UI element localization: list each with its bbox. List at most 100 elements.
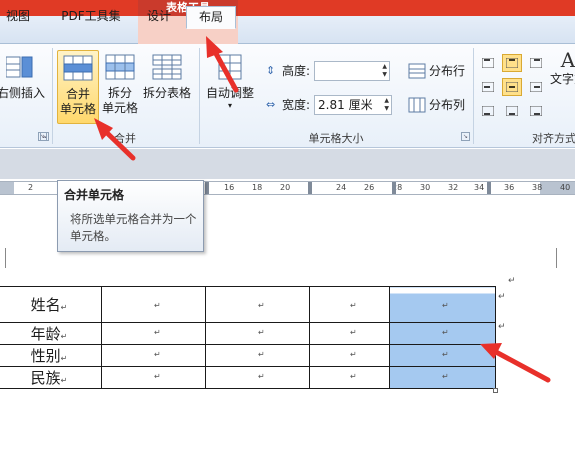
cell-size-dialog-launcher[interactable]: ↘	[461, 132, 470, 141]
width-value: 2.81 厘米	[318, 98, 373, 112]
table-cell[interactable]: ↵	[205, 366, 310, 389]
align-middle-center-icon	[506, 82, 518, 92]
document-table[interactable]: 姓名↵ ↵ ↵ ↵ ↵ 年龄↵ ↵ ↵ ↵ ↵ 性别↵ ↵ ↵ ↵ ↵ 民族↵ …	[0, 286, 496, 389]
cell-size-group-label: 单元格大小	[308, 132, 364, 145]
paragraph-mark: ↵	[350, 328, 357, 337]
merge-group-label: 合并	[114, 132, 136, 145]
merge-cells-icon	[63, 55, 93, 81]
margin-corner-mark	[0, 248, 6, 268]
align-bottom-center-button[interactable]	[502, 102, 522, 120]
table-cell[interactable]: ↵	[205, 322, 310, 345]
ruler-tick: 32	[448, 183, 459, 192]
width-row: ⇔ 宽度: 2.81 厘米 ▲ ▼	[266, 94, 393, 116]
split-table-button[interactable]: 拆分表格	[141, 50, 193, 124]
row-label-age: 年龄	[30, 325, 61, 343]
column-marker[interactable]	[392, 182, 396, 194]
row-end-mark: ↵	[498, 292, 506, 302]
table-cell-selected[interactable]: ↵	[389, 322, 496, 345]
align-middle-right-icon	[530, 82, 542, 92]
text-direction-button[interactable]: A 文字方	[548, 48, 575, 122]
width-spin-arrows-icon[interactable]: ▲ ▼	[384, 97, 389, 113]
tab-pdf-tools[interactable]: PDF工具集	[50, 6, 132, 28]
ruler-tick: 16	[224, 183, 235, 192]
table-cell[interactable]: ↵	[101, 344, 206, 367]
align-top-center-icon	[506, 58, 518, 68]
distribute-cols-button[interactable]: 分布列	[408, 94, 465, 116]
align-middle-left-icon	[482, 82, 494, 92]
paragraph-mark: ↵	[154, 301, 161, 310]
column-marker[interactable]	[308, 182, 312, 194]
merge-cells-label-line2: 单元格	[59, 102, 96, 116]
ruler-tick: 2	[28, 183, 34, 192]
table-cell-selected[interactable]: ↵	[389, 286, 496, 323]
paragraph-mark: ↵	[442, 328, 449, 337]
ruler-tick: 18	[252, 183, 263, 192]
split-cells-button[interactable]: 拆分 单元格	[100, 50, 140, 124]
row-end-mark: ↵	[508, 276, 516, 286]
table-cell[interactable]: ↵	[309, 322, 390, 345]
table-cell-label[interactable]: 民族↵	[0, 366, 102, 389]
row-label-ethnicity: 民族	[30, 369, 61, 387]
paragraph-mark: ↵	[350, 372, 357, 381]
height-icon: ⇕	[266, 64, 276, 77]
align-middle-center-button[interactable]	[502, 78, 522, 96]
table-cell[interactable]: ↵	[309, 286, 390, 323]
paragraph-mark: ↵	[442, 372, 449, 381]
paragraph-mark: ↵	[60, 303, 68, 312]
width-spinner[interactable]: 2.81 厘米 ▲ ▼	[314, 95, 393, 115]
table-cell[interactable]: ↵	[205, 344, 310, 367]
align-bottom-left-icon	[482, 106, 494, 116]
group-separator	[199, 48, 200, 144]
distribute-cols-icon	[408, 97, 426, 113]
align-middle-left-button[interactable]	[478, 78, 498, 96]
table-cell-label[interactable]: 姓名↵	[0, 286, 102, 323]
align-top-right-button[interactable]	[526, 54, 546, 72]
paragraph-mark: ↵	[258, 350, 265, 359]
align-bottom-right-button[interactable]	[526, 102, 546, 120]
table-cell[interactable]: ↵	[309, 366, 390, 389]
table-cell-selected[interactable]: ↵	[389, 366, 496, 389]
insert-right-label: 右侧插入	[0, 86, 45, 100]
ruler-tick: 26	[364, 183, 375, 192]
column-marker[interactable]	[487, 182, 491, 194]
autofit-dropdown-arrow-icon: ▾	[227, 101, 232, 110]
align-top-left-button[interactable]	[478, 54, 498, 72]
distribute-rows-button[interactable]: 分布行	[408, 60, 465, 82]
table-cell-label[interactable]: 年龄↵	[0, 322, 102, 345]
tab-design[interactable]: 设计	[140, 6, 178, 28]
insert-right-icon	[6, 56, 33, 78]
merge-dialog-launcher[interactable]: ↘	[40, 132, 49, 141]
row-label-name: 姓名	[30, 296, 61, 314]
width-icon: ⇔	[266, 98, 276, 111]
table-cell-selected[interactable]: ↵	[389, 344, 496, 367]
paragraph-mark: ↵	[60, 332, 68, 341]
insert-right-button[interactable]: 右侧插入	[0, 50, 46, 124]
margin-corner-mark	[556, 248, 564, 268]
group-separator	[52, 48, 53, 144]
table-cell[interactable]: ↵	[101, 366, 206, 389]
table-cell[interactable]: ↵	[101, 286, 206, 323]
paragraph-mark: ↵	[258, 372, 265, 381]
table-cell[interactable]: ↵	[309, 344, 390, 367]
table-cell[interactable]: ↵	[101, 322, 206, 345]
column-marker[interactable]	[205, 182, 209, 194]
tab-view[interactable]: 视图	[0, 6, 36, 28]
table-cell-label[interactable]: 性别↵	[0, 344, 102, 367]
align-middle-right-button[interactable]	[526, 78, 546, 96]
distribute-cols-label: 分布列	[429, 98, 466, 112]
tab-layout[interactable]: 布局	[186, 6, 236, 29]
split-table-label: 拆分表格	[142, 86, 191, 100]
table-resize-handle[interactable]	[493, 388, 498, 393]
height-spinner[interactable]: ▲ ▼	[314, 61, 391, 81]
paragraph-mark: ↵	[60, 354, 68, 363]
align-bottom-left-button[interactable]	[478, 102, 498, 120]
height-label: 高度:	[282, 64, 311, 78]
table-cell[interactable]: ↵	[205, 286, 310, 323]
merge-cells-button[interactable]: 合并 单元格	[57, 50, 99, 124]
paragraph-mark: ↵	[154, 328, 161, 337]
align-top-center-button[interactable]	[502, 54, 522, 72]
autofit-icon	[218, 54, 242, 80]
height-spin-arrows-icon[interactable]: ▲ ▼	[382, 63, 387, 79]
autofit-button[interactable]: 自动调整 ▾	[203, 50, 257, 124]
distribute-rows-label: 分布行	[429, 64, 466, 78]
